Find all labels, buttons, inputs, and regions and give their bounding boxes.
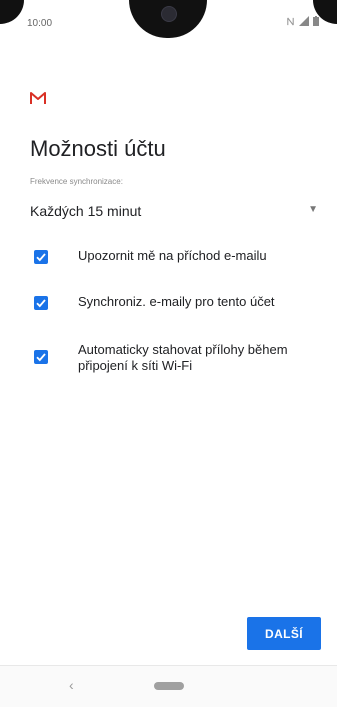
gmail-logo-icon (30, 92, 46, 104)
home-icon[interactable] (154, 682, 184, 690)
chevron-down-icon: ▼ (308, 204, 318, 215)
checkbox-checked-icon[interactable] (34, 250, 48, 264)
status-time: 10:00 (27, 18, 53, 29)
sync-frequency-select[interactable]: Každých 15 minut ▼ (30, 198, 320, 224)
page-title: Možnosti účtu (30, 136, 166, 161)
sync-frequency-label: Frekvence synchronizace: (30, 177, 123, 186)
display-notch (129, 0, 207, 38)
next-button[interactable]: DALŠÍ (247, 617, 321, 650)
checkbox-checked-icon[interactable] (34, 296, 48, 310)
option-label: Upozornit mě na příchod e-mailu (78, 248, 267, 263)
status-bar: 10:00 (0, 0, 337, 40)
back-icon[interactable]: ‹ (69, 677, 74, 693)
battery-icon (313, 16, 319, 26)
option-label: Automaticky stahovat přílohy během připo… (78, 342, 288, 373)
camera-icon (161, 6, 177, 22)
checkbox-checked-icon[interactable] (34, 350, 48, 364)
navigation-bar: ‹ (0, 666, 337, 707)
nfc-icon (287, 17, 294, 25)
signal-icon (299, 16, 309, 26)
option-label: Synchroniz. e-maily pro tento účet (78, 294, 275, 309)
sync-frequency-value: Každých 15 minut (30, 203, 142, 219)
status-icons (286, 16, 319, 26)
